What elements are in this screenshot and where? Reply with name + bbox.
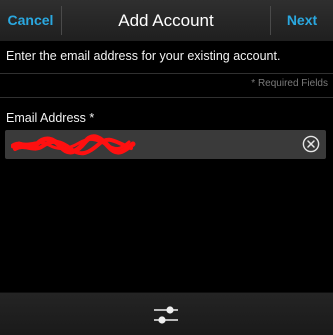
required-fields-note: * Required Fields [251,78,328,89]
email-field[interactable] [5,130,326,159]
divider [0,97,333,98]
instruction-banner: Enter the email address for your existin… [0,41,333,74]
cancel-button[interactable]: Cancel [0,0,61,41]
action-bar [0,292,333,335]
title-bar: Cancel Add Account Next [0,0,333,42]
clear-circle-x-icon[interactable] [302,135,320,153]
email-address-label: Email Address * [6,111,95,125]
redaction-scribble [11,134,136,156]
page-title: Add Account [118,11,214,30]
instruction-text: Enter the email address for your existin… [6,49,281,63]
sliders-icon[interactable] [153,303,179,327]
next-button[interactable]: Next [271,0,333,41]
